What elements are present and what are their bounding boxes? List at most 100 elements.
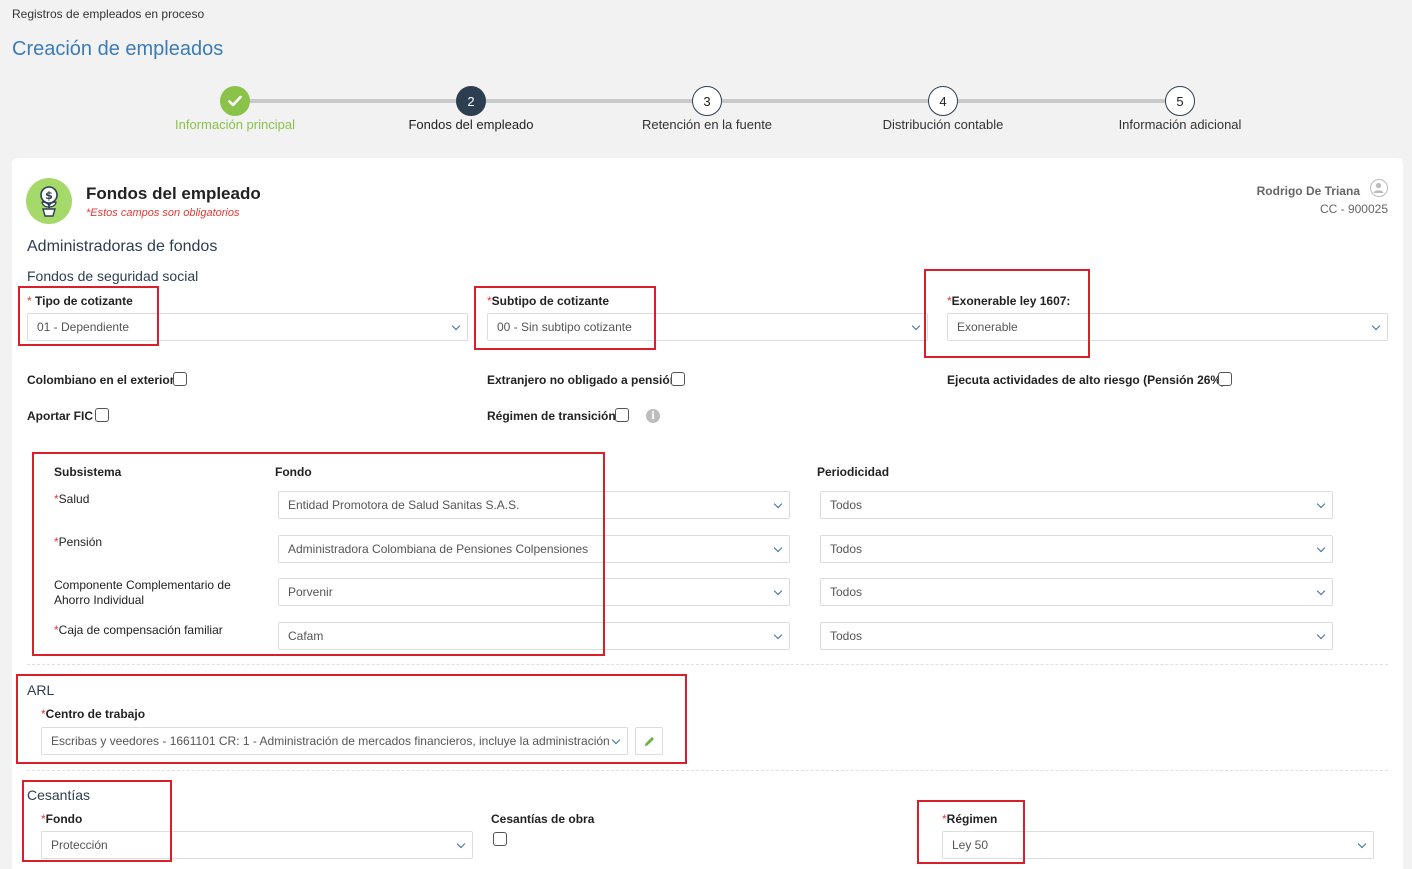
caja-compensacion-label: *Caja de compensación familiar [54,623,223,637]
chevron-down-icon [1316,586,1326,596]
alto-riesgo-label: Ejecuta actividades de alto riesgo (Pens… [947,373,1226,387]
centro-trabajo-value: Escribas y veedores - 1661101 CR: 1 - Ad… [51,734,610,748]
step-2-circle[interactable]: 2 [456,86,486,116]
step-3-label[interactable]: Retención en la fuente [642,117,772,132]
step-1-circle[interactable] [220,86,250,116]
chevron-down-icon [1316,543,1326,553]
step-connector [707,99,943,103]
subtipo-cotizante-select[interactable]: 00 - Sin subtipo cotizante [487,313,928,341]
tipo-cotizante-label-text: Tipo de cotizante [35,294,133,308]
section-divider [27,770,1388,771]
tipo-cotizante-label: * Tipo de cotizante [27,294,133,308]
regimen-select[interactable]: Ley 50 [942,831,1374,859]
step-5-label[interactable]: Información adicional [1119,117,1242,132]
subtipo-cotizante-label: *Subtipo de cotizante [487,294,609,308]
step-connector [471,99,707,103]
step-connector [943,99,1180,103]
pension-label-text: Pensión [58,535,103,549]
pencil-icon [644,736,654,746]
check-icon [228,95,242,107]
step-2-label[interactable]: Fondos del empleado [408,117,533,132]
pension-periodicidad-select[interactable]: Todos [820,535,1333,563]
arl-heading: ARL [27,682,55,698]
cesantias-fondo-label: *Fondo [41,812,82,826]
subsistema-header: Subsistema [54,465,122,479]
info-icon[interactable]: i [646,409,660,423]
chevron-down-icon [611,735,621,745]
cesantias-fondo-label-text: Fondo [45,812,83,826]
chevron-down-icon [1371,321,1381,331]
chevron-down-icon [773,543,783,553]
salud-label: *Salud [54,492,89,506]
social-heading: Fondos de seguridad social [27,268,199,284]
tipo-cotizante-value: 01 - Dependiente [37,320,130,334]
money-plant-svg: $ [40,186,58,217]
step-5-circle[interactable]: 5 [1165,86,1195,116]
chevron-down-icon [1357,839,1367,849]
pension-periodicidad-value: Todos [830,542,863,556]
step-1-label[interactable]: Información principal [175,117,295,132]
step-connector [235,99,471,103]
user-document: CC - 900025 [1319,202,1388,216]
exonerable-label-text: Exonerable ley 1607: [951,294,1071,308]
colombiano-exterior-checkbox[interactable] [173,372,187,386]
user-avatar-icon[interactable] [1370,179,1388,197]
componente-fondo-value: Porvenir [288,585,333,599]
componente-periodicidad-value: Todos [830,585,863,599]
alto-riesgo-checkbox[interactable] [1218,372,1232,386]
pension-label: *Pensión [54,535,102,549]
caja-fondo-value: Cafam [288,629,324,643]
cesantias-fondo-select[interactable]: Protección [41,831,473,859]
tipo-cotizante-select[interactable]: 01 - Dependiente [27,313,468,341]
user-silhouette [1373,182,1384,193]
regimen-label-text: Régimen [946,812,998,826]
user-name: Rodrigo De Triana [1256,184,1360,198]
exonerable-label: *Exonerable ley 1607: [947,294,1070,308]
cesantias-obra-checkbox[interactable] [493,832,507,846]
required-note: *Estos campos son obligatorios [86,207,240,219]
admin-heading: Administradoras de fondos [27,238,218,255]
section-divider [27,664,1388,665]
caja-fondo-select[interactable]: Cafam [278,622,790,650]
cesantias-obra-label: Cesantías de obra [491,812,595,826]
caja-periodicidad-value: Todos [830,629,863,643]
chevron-down-icon [456,839,466,849]
fondo-header: Fondo [275,465,312,479]
subtipo-cotizante-value: 00 - Sin subtipo cotizante [497,320,632,334]
aportar-fic-checkbox[interactable] [95,408,109,422]
regimen-value: Ley 50 [952,838,989,852]
extranjero-label: Extranjero no obligado a pensión [487,373,678,387]
componente-periodicidad-select[interactable]: Todos [820,578,1333,606]
colombiano-exterior-label: Colombiano en el exterior [27,373,175,387]
chevron-down-icon [1316,499,1326,509]
breadcrumb[interactable]: Registros de empleados en proceso [12,7,204,21]
regimen-transicion-checkbox[interactable] [615,408,629,422]
exonerable-select[interactable]: Exonerable [947,313,1388,341]
centro-trabajo-select[interactable]: Escribas y veedores - 1661101 CR: 1 - Ad… [41,727,628,755]
section-title: Fondos del empleado [86,184,261,203]
edit-centro-button[interactable] [635,727,663,755]
extranjero-checkbox[interactable] [671,372,685,386]
centro-trabajo-label: *Centro de trabajo [41,707,145,721]
componente-complementario-label: Componente Complementario de Ahorro Indi… [54,578,254,608]
salud-fondo-select[interactable]: Entidad Promotora de Salud Sanitas S.A.S… [278,491,790,519]
step-3-circle[interactable]: 3 [692,86,722,116]
chevron-down-icon [773,499,783,509]
chevron-down-icon [773,630,783,640]
required-mark: * [27,294,32,308]
cesantias-heading: Cesantías [27,787,91,803]
step-4-label[interactable]: Distribución contable [883,117,1004,132]
step-4-circle[interactable]: 4 [928,86,958,116]
componente-fondo-select[interactable]: Porvenir [278,578,790,606]
caja-periodicidad-select[interactable]: Todos [820,622,1333,650]
pension-fondo-select[interactable]: Administradora Colombiana de Pensiones C… [278,535,790,563]
componente-complementario-label-text: Componente Complementario de Ahorro Indi… [54,578,231,607]
regimen-transicion-label: Régimen de transición [487,409,616,423]
centro-trabajo-label-text: Centro de trabajo [45,707,146,721]
periodicidad-header: Periodicidad [817,465,890,479]
salud-periodicidad-select[interactable]: Todos [820,491,1333,519]
caja-compensacion-label-text: Caja de compensación familiar [58,623,223,637]
aportar-fic-label: Aportar FIC [27,409,93,423]
exonerable-value: Exonerable [957,320,1018,334]
chevron-down-icon [773,586,783,596]
